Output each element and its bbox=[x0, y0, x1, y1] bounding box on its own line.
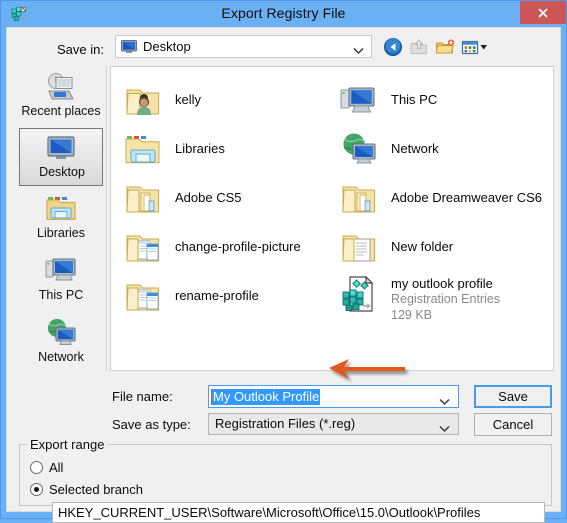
save-in-combobox[interactable]: Desktop bbox=[115, 35, 372, 58]
list-item-label: rename-profile bbox=[175, 288, 259, 303]
file-name-label: File name: bbox=[112, 389, 173, 404]
folder-docs-icon bbox=[123, 277, 163, 317]
sidebar-item-libraries[interactable]: Libraries bbox=[19, 190, 103, 248]
list-item-label: This PC bbox=[391, 92, 438, 107]
sidebar-item-label: Libraries bbox=[37, 226, 85, 240]
folder-icon bbox=[339, 179, 379, 219]
network-icon bbox=[339, 130, 379, 170]
sidebar-item-network[interactable]: Network bbox=[19, 314, 103, 372]
sidebar-item-recent-places[interactable]: Recent places bbox=[19, 68, 103, 126]
sidebar-item-desktop[interactable]: Desktop bbox=[19, 128, 103, 186]
desktop-icon bbox=[121, 40, 137, 54]
chevron-down-icon[interactable] bbox=[439, 420, 450, 438]
save-as-type-label: Save as type: bbox=[112, 417, 191, 432]
network-icon bbox=[44, 317, 78, 349]
save-as-type-combobox[interactable]: Registration Files (*.reg) bbox=[208, 413, 459, 435]
list-item-label: Libraries bbox=[175, 141, 225, 156]
up-folder-icon[interactable] bbox=[408, 36, 430, 58]
sidebar-item-label: Recent places bbox=[21, 104, 101, 118]
list-item-label: Adobe Dreamweaver CS6 bbox=[391, 190, 543, 205]
export-registry-file-dialog: Export Registry File Save in: Desktop Re… bbox=[0, 0, 567, 523]
desktop-icon bbox=[44, 132, 78, 164]
dialog-body: Save in: Desktop Recent places Desktop L… bbox=[6, 27, 561, 523]
radio-icon bbox=[30, 461, 43, 474]
sidebar-item-label: Network bbox=[38, 350, 84, 364]
folder-docs-icon bbox=[123, 228, 163, 268]
export-range-title: Export range bbox=[27, 437, 108, 452]
folder-user-icon bbox=[123, 81, 163, 121]
recent-places-icon bbox=[44, 71, 78, 103]
this-pc-icon bbox=[339, 81, 379, 121]
close-icon bbox=[538, 8, 548, 17]
places-bar: Recent places Desktop Libraries This PC … bbox=[15, 66, 107, 371]
folder-icon bbox=[123, 179, 163, 219]
list-item-label: change-profile-picture bbox=[175, 239, 301, 254]
reg-file-icon bbox=[339, 275, 379, 315]
list-item-label: kelly bbox=[175, 92, 202, 107]
list-item-type: Registration Entries bbox=[391, 292, 501, 306]
folder-doc-icon bbox=[339, 228, 379, 268]
radio-icon-checked bbox=[30, 483, 43, 496]
file-list[interactable]: kelly Libraries Adobe CS5 change-profile… bbox=[110, 66, 554, 371]
radio-label: All bbox=[49, 460, 64, 475]
list-item-label: Network bbox=[391, 141, 439, 156]
save-in-label: Save in: bbox=[57, 42, 104, 57]
list-item-size: 129 KB bbox=[391, 308, 433, 322]
list-item-label: my outlook profile bbox=[391, 276, 493, 291]
window-title: Export Registry File bbox=[221, 5, 346, 21]
file-name-value: My Outlook Profile bbox=[212, 389, 321, 405]
chevron-down-icon bbox=[353, 42, 364, 60]
this-pc-icon bbox=[44, 255, 78, 287]
title-bar: Export Registry File bbox=[1, 1, 566, 27]
file-name-input[interactable]: My Outlook Profile bbox=[208, 385, 459, 408]
sidebar-item-label: Desktop bbox=[39, 165, 85, 179]
cancel-button[interactable]: Cancel bbox=[474, 413, 552, 436]
radio-label: Selected branch bbox=[49, 482, 143, 497]
libraries-folder-icon bbox=[123, 130, 163, 170]
sidebar-item-this-pc[interactable]: This PC bbox=[19, 252, 103, 310]
libraries-icon bbox=[44, 193, 78, 225]
save-in-value: Desktop bbox=[143, 39, 191, 54]
list-item-label: New folder bbox=[391, 239, 454, 254]
views-icon[interactable] bbox=[460, 36, 490, 58]
close-button[interactable] bbox=[520, 1, 566, 24]
list-item-label: Adobe CS5 bbox=[175, 190, 242, 205]
save-button[interactable]: Save bbox=[474, 385, 552, 408]
save-as-type-value: Registration Files (*.reg) bbox=[215, 416, 356, 431]
sidebar-item-label: This PC bbox=[38, 288, 84, 302]
back-icon[interactable] bbox=[382, 36, 404, 58]
registry-key-path-input[interactable]: HKEY_CURRENT_USER\Software\Microsoft\Off… bbox=[52, 502, 545, 523]
new-folder-icon[interactable] bbox=[434, 36, 456, 58]
chevron-down-icon[interactable] bbox=[439, 393, 450, 411]
